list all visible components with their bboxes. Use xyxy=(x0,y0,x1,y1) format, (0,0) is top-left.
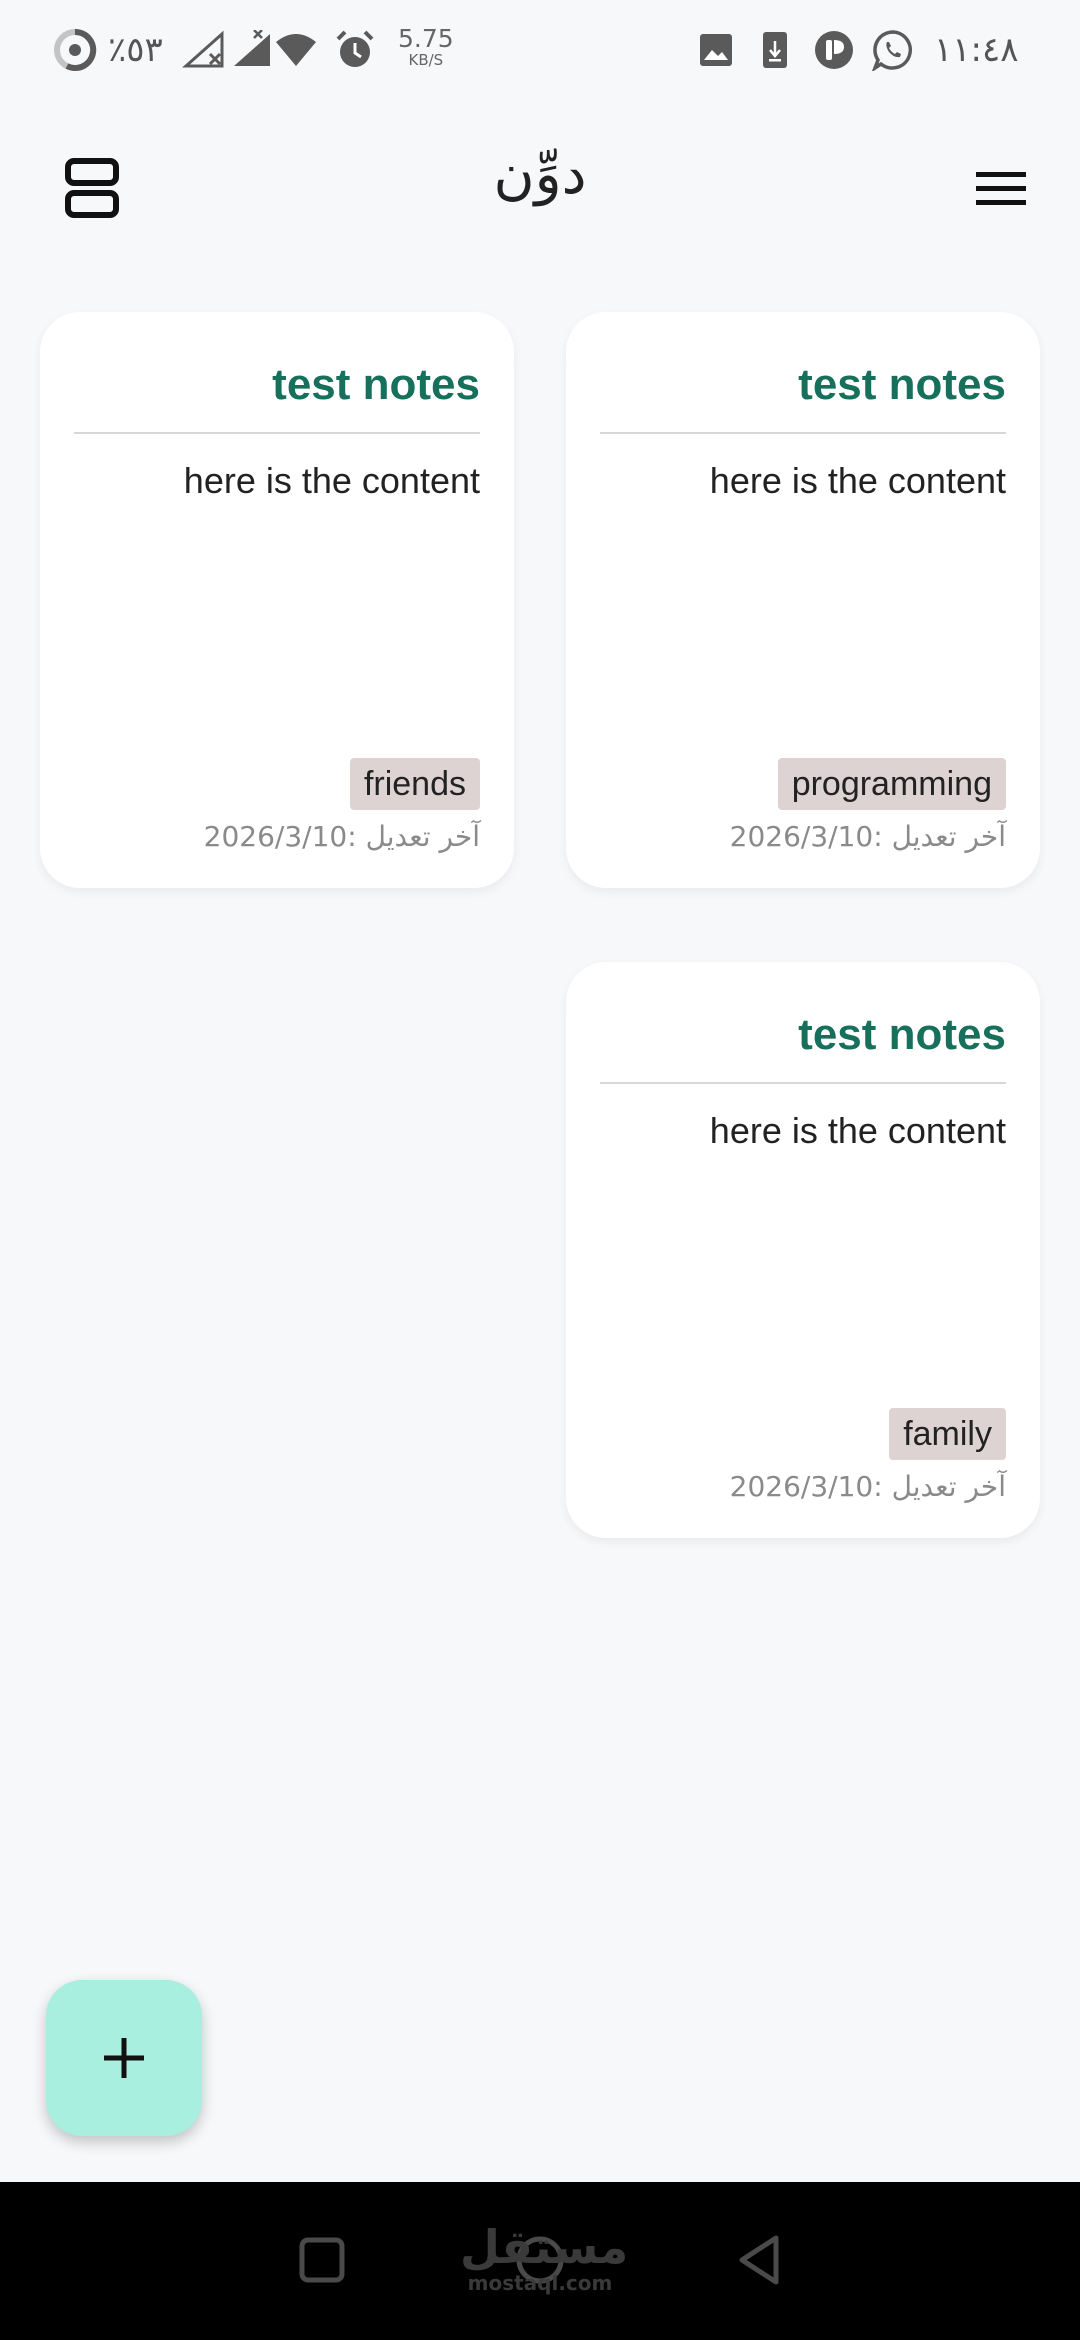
note-title: test notes xyxy=(272,360,480,409)
note-content: here is the content xyxy=(709,1110,1006,1151)
note-tag: family xyxy=(889,1408,1006,1460)
network-speed-unit: KB/S xyxy=(408,51,444,69)
square-icon xyxy=(299,2237,345,2283)
status-bar: ٪٥٣ 5.75 KB/S ١١:٤٨ xyxy=(0,0,1080,100)
notes-screen: ٪٥٣ 5.75 KB/S ١١:٤٨ دوِّن test notes her… xyxy=(0,0,1080,2340)
note-card[interactable]: test notes here is the content friends 2… xyxy=(40,312,514,888)
signal-strength-icon xyxy=(232,26,274,74)
note-card[interactable]: test notes here is the content family 20… xyxy=(566,962,1040,1538)
note-tag: programming xyxy=(777,758,1006,810)
alarm-icon xyxy=(334,26,376,74)
note-title: test notes xyxy=(798,1010,1006,1059)
note-tag: friends xyxy=(349,758,480,810)
app-bar: دوِّن xyxy=(0,130,1080,240)
menu-button[interactable] xyxy=(968,156,1032,220)
watermark-arabic: مستقل xyxy=(460,2220,629,2274)
app-notification-icon xyxy=(814,26,854,74)
note-last-modified: 2026/3/10: آخر تعديل xyxy=(203,820,480,853)
watermark-latin: mostaql.com xyxy=(467,2271,613,2295)
download-icon xyxy=(762,26,788,74)
note-content: here is the content xyxy=(709,460,1006,501)
network-speed: 5.75 KB/S xyxy=(398,26,454,74)
network-speed-value: 5.75 xyxy=(398,24,454,53)
note-divider xyxy=(600,432,1006,434)
add-note-button[interactable] xyxy=(46,1980,202,2136)
clock-time: ١١:٤٨ xyxy=(934,30,1019,70)
battery-ring-icon xyxy=(52,26,98,74)
signal-no-service-icon xyxy=(182,26,228,74)
note-content: here is the content xyxy=(183,460,480,501)
note-last-modified: 2026/3/10: آخر تعديل xyxy=(729,1470,1006,1503)
note-divider xyxy=(74,432,480,434)
system-navigation-bar: مستقل mostaql.com xyxy=(0,2182,1080,2340)
plus-icon xyxy=(104,2038,144,2078)
back-triangle-icon xyxy=(739,2235,779,2285)
recent-apps-button[interactable] xyxy=(290,2228,354,2292)
whatsapp-icon xyxy=(872,26,914,74)
note-title: test notes xyxy=(798,360,1006,409)
gallery-icon xyxy=(698,26,734,74)
note-card[interactable]: test notes here is the content programmi… xyxy=(566,312,1040,888)
back-button[interactable] xyxy=(728,2228,792,2292)
app-title: دوِّن xyxy=(493,142,587,207)
mostaql-watermark: مستقل mostaql.com xyxy=(460,2220,629,2295)
note-divider xyxy=(600,1082,1006,1084)
hamburger-menu-icon xyxy=(976,172,1026,205)
wifi-icon xyxy=(274,26,318,74)
note-last-modified: 2026/3/10: آخر تعديل xyxy=(729,820,1006,853)
battery-percentage: ٪٥٣ xyxy=(108,30,163,70)
